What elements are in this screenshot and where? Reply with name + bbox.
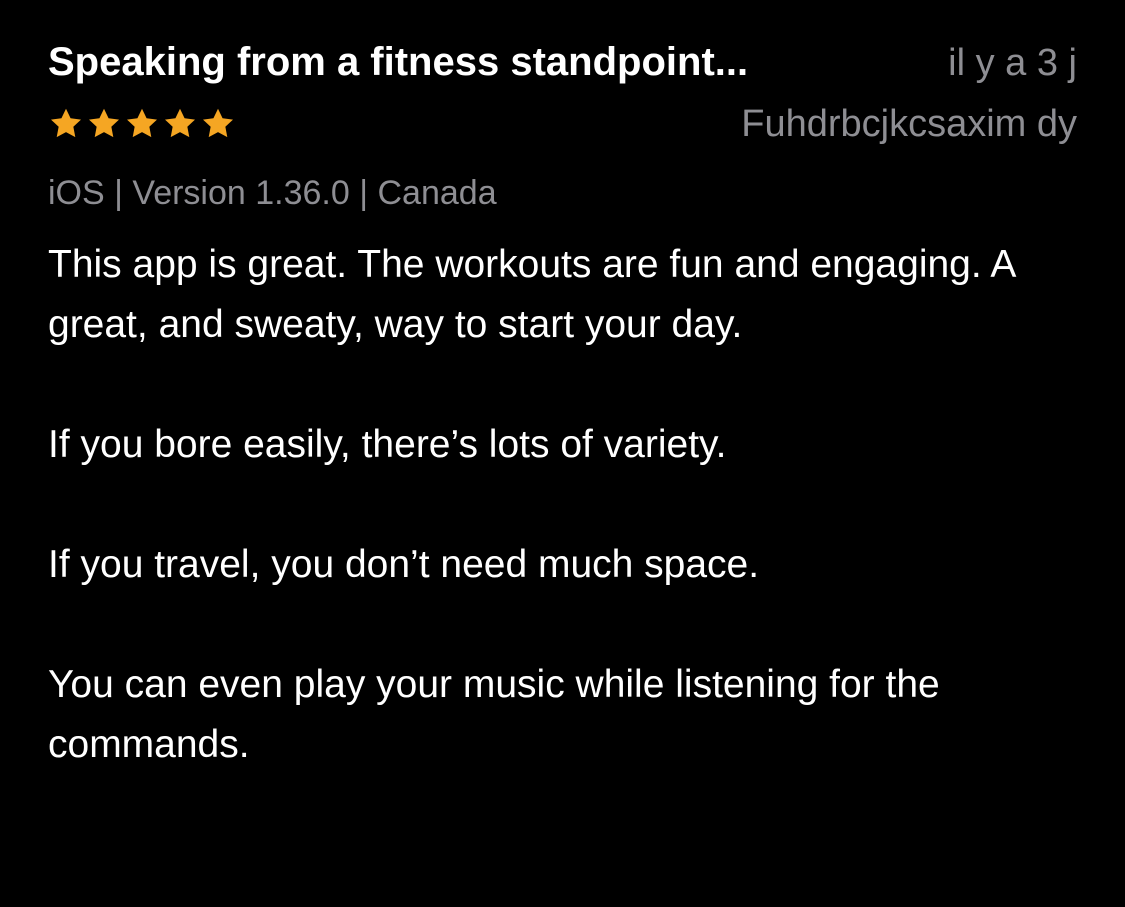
review-author: Fuhdrbcjkcsaxim dy [741, 103, 1077, 145]
review-meta: iOS | Version 1.36.0 | Canada [48, 174, 497, 212]
review-body: This app is great. The workouts are fun … [48, 235, 1077, 775]
star-icon [165, 108, 195, 138]
star-icon [127, 108, 157, 138]
review-subheader: Fuhdrbcjkcsaxim dy [48, 101, 1077, 147]
star-icon [51, 108, 81, 138]
review-paragraph: If you travel, you don’t need much space… [48, 543, 760, 586]
review-date: il y a 3 j [948, 42, 1077, 84]
review-paragraph: If you bore easily, there’s lots of vari… [48, 423, 727, 466]
review-paragraph: You can even play your music while liste… [48, 663, 940, 766]
review-title: Speaking from a fitness standpoint... [48, 40, 749, 84]
review-header: Speaking from a fitness standpoint... il… [48, 36, 1077, 89]
star-rating [48, 103, 236, 145]
star-icon [203, 108, 233, 138]
review-paragraph: This app is great. The workouts are fun … [48, 243, 1015, 346]
review-card: Speaking from a fitness standpoint... il… [48, 36, 1077, 775]
star-icon [89, 108, 119, 138]
